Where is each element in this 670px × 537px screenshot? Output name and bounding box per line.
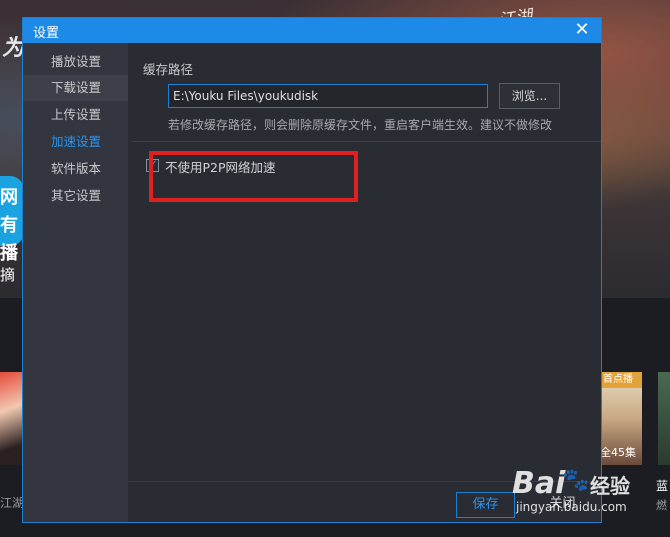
banner-badge-label: 网有播 <box>0 187 18 264</box>
cache-path-input[interactable] <box>168 84 488 108</box>
video-thumbnail[interactable] <box>0 372 22 465</box>
banner-tab-text: 摘 <box>0 266 16 284</box>
banner-badge: 网有播 <box>0 176 24 264</box>
settings-dialog: 设置 ✕ 播放设置 下载设置 上传设置 加速设置 软件版本 其它设置 缓存路径 … <box>22 17 602 523</box>
paw-icon: 🐾 <box>562 468 590 493</box>
section-divider <box>132 141 601 142</box>
close-icon[interactable]: ✕ <box>571 19 593 41</box>
highlight-annotation <box>149 151 358 202</box>
watermark-logo: Bai <box>512 466 566 501</box>
video-caption[interactable]: 江湖 <box>0 494 24 511</box>
cache-path-label: 缓存路径 <box>143 62 194 77</box>
thumbnail-tag: 首点播 <box>600 372 642 388</box>
sidebar-item-upload[interactable]: 上传设置 <box>23 102 128 128</box>
dialog-titlebar[interactable]: 设置 ✕ <box>23 18 601 43</box>
browse-button[interactable]: 浏览... <box>499 83 560 109</box>
cache-path-hint: 若修改缓存路径，则会删除原缓存文件，重启客户端生效。建议不做修改 <box>168 118 553 132</box>
settings-content: 缓存路径 浏览... 若修改缓存路径，则会删除原缓存文件，重启客户端生效。建议不… <box>128 43 601 522</box>
sidebar-item-download[interactable]: 下载设置 <box>23 75 128 101</box>
dialog-title: 设置 <box>33 26 60 41</box>
sidebar-item-playback[interactable]: 播放设置 <box>23 49 128 75</box>
banner-left-text: 为 <box>2 35 25 61</box>
thumbnail-episodes: 全45集 <box>600 446 636 459</box>
watermark-url: jingyan.baidu.com <box>516 500 627 514</box>
save-button[interactable]: 保存 <box>456 492 515 518</box>
sidebar-item-version[interactable]: 软件版本 <box>23 156 128 182</box>
baidu-jingyan-watermark: Bai 🐾 经验 jingyan.baidu.com <box>512 462 662 522</box>
watermark-suffix: 经验 <box>590 474 630 498</box>
sidebar-item-other[interactable]: 其它设置 <box>23 183 128 209</box>
settings-sidebar: 播放设置 下载设置 上传设置 加速设置 软件版本 其它设置 <box>23 43 128 522</box>
sidebar-item-acceleration[interactable]: 加速设置 <box>23 129 128 155</box>
video-thumbnail[interactable] <box>658 372 670 465</box>
